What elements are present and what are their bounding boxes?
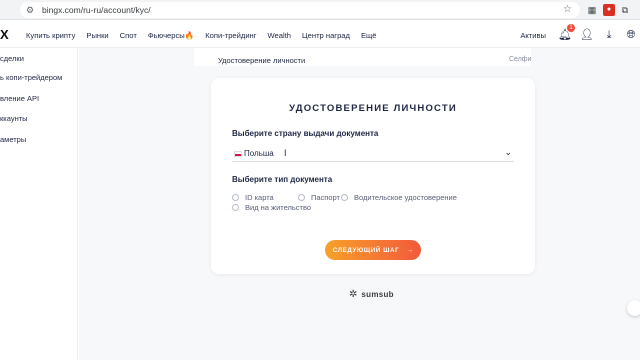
- extension-red-icon[interactable]: ●: [603, 4, 615, 16]
- sumsub-brand: ✲ sumsub: [349, 289, 394, 300]
- doc-type-label: Выберите тип документа: [232, 175, 333, 184]
- next-step-label: СЛЕДУЮЩИЙ ШАГ: [332, 246, 400, 254]
- account-sidebar: сделки ь копи-трейдером вление API ккаун…: [0, 48, 78, 360]
- bookmark-star-icon[interactable]: ☆: [563, 4, 572, 15]
- sidebar-item-settings[interactable]: аметры: [0, 135, 26, 144]
- radio-circle[interactable]: [341, 194, 348, 201]
- step-identity: Удостоверение личности: [218, 56, 306, 65]
- radio-circle[interactable]: [298, 194, 305, 201]
- sumsub-text: sumsub: [361, 290, 394, 299]
- address-bar[interactable]: ⚙ bingx.com/ru-ru/account/kyc/ ☆: [20, 2, 580, 18]
- nav-spot[interactable]: Спот: [120, 31, 137, 40]
- header-actions: Активы 🔔︎ 1 👤︎ ⤓ 🌐︎: [520, 22, 640, 48]
- radio-residence-permit[interactable]: Вид на жительство: [232, 203, 311, 212]
- radio-label-passport: Паспорт: [311, 193, 340, 202]
- radio-driver-license[interactable]: Водительское удостоверение: [341, 193, 457, 202]
- scroll-helper-button[interactable]: [627, 300, 640, 316]
- sumsub-logo-icon: ✲: [349, 289, 358, 300]
- step-selfie: Селфи: [509, 56, 532, 63]
- globe-icon[interactable]: 🌐︎: [624, 28, 638, 42]
- poland-flag-icon: [234, 151, 242, 157]
- nav-futures[interactable]: Фьючерсы🔥: [148, 31, 194, 40]
- sidebar-item-api[interactable]: вление API: [0, 94, 39, 103]
- notification-badge: 1: [567, 24, 575, 32]
- radio-label-driver-license: Водительское удостоверение: [354, 193, 457, 202]
- site-info-icon[interactable]: ⚙: [26, 5, 36, 15]
- next-step-button[interactable]: СЛЕДУЮЩИЙ ШАГ →: [325, 240, 421, 260]
- radio-label-id-card: ID карта: [245, 193, 274, 202]
- bell-icon[interactable]: 🔔︎ 1: [558, 24, 575, 42]
- extensions-puzzle-icon[interactable]: ⧉: [619, 4, 631, 16]
- extension-icon[interactable]: ▦: [586, 4, 598, 16]
- nav-rewards-center[interactable]: Центр наград: [302, 31, 350, 40]
- radio-circle[interactable]: [232, 194, 239, 201]
- nav-wealth[interactable]: Wealth: [268, 31, 292, 40]
- arrow-right-icon: →: [406, 246, 414, 254]
- country-value: Польша: [244, 149, 274, 158]
- nav-copy-trading[interactable]: Копи-трейдинг: [205, 31, 256, 40]
- assets-link[interactable]: Активы: [520, 31, 546, 40]
- download-icon[interactable]: ⤓: [602, 28, 616, 42]
- text-cursor-icon: I: [284, 148, 287, 158]
- bingx-logo[interactable]: X: [0, 27, 9, 42]
- country-select[interactable]: Польша I ⌄: [232, 147, 514, 162]
- card-title: УДОСТОВЕРЕНИЕ ЛИЧНОСТИ: [289, 103, 457, 114]
- sidebar-item-trades[interactable]: сделки: [0, 54, 24, 63]
- url-text: bingx.com/ru-ru/account/kyc/: [42, 5, 151, 15]
- sidebar-item-copy-trader[interactable]: ь копи-трейдером: [0, 73, 62, 82]
- nav-markets[interactable]: Рынки: [86, 31, 108, 40]
- chevron-down-icon[interactable]: ⌄: [504, 147, 512, 158]
- radio-label-residence-permit: Вид на жительство: [245, 203, 312, 212]
- radio-circle[interactable]: [232, 204, 239, 211]
- radio-id-card[interactable]: ID карта: [232, 193, 274, 202]
- main-content: Удостоверение личности Селфи УДОСТОВЕРЕН…: [79, 48, 640, 360]
- nav-more[interactable]: Ещё: [361, 31, 377, 40]
- user-icon[interactable]: 👤︎: [580, 28, 594, 42]
- radio-passport[interactable]: Паспорт: [298, 193, 340, 202]
- country-label: Выберите страну выдачи документа: [232, 129, 379, 138]
- site-header: X Купить крипту Рынки Спот Фьючерсы🔥 Коп…: [0, 22, 640, 48]
- sidebar-item-accounts[interactable]: ккаунты: [0, 114, 28, 123]
- kyc-card: УДОСТОВЕРЕНИЕ ЛИЧНОСТИ Выберите страну в…: [211, 78, 535, 274]
- browser-toolbar: ⚙ bingx.com/ru-ru/account/kyc/ ☆ ▦ ● ⧉: [0, 0, 640, 20]
- main-nav: Купить крипту Рынки Спот Фьючерсы🔥 Копи-…: [26, 22, 388, 48]
- nav-buy-crypto[interactable]: Купить крипту: [26, 31, 75, 40]
